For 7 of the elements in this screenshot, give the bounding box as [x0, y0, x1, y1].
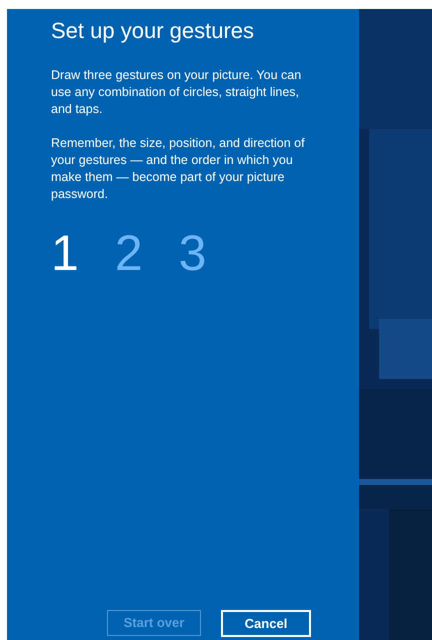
gesture-step-number: 1 [51, 225, 79, 281]
panel-title: Set up your gestures [51, 17, 256, 45]
gesture-step-number: 3 [178, 225, 206, 281]
instruction-text: Draw three gestures on your picture. You can use any combination of circles, straight lines, and taps. [51, 67, 302, 118]
cancel-button[interactable]: Cancel [221, 610, 311, 637]
instruction-text: Remember, the size, position, and direction of your gestures — and the order in which you make them — become part of your picture password. [51, 135, 306, 203]
gesture-step-number: 2 [114, 225, 143, 281]
